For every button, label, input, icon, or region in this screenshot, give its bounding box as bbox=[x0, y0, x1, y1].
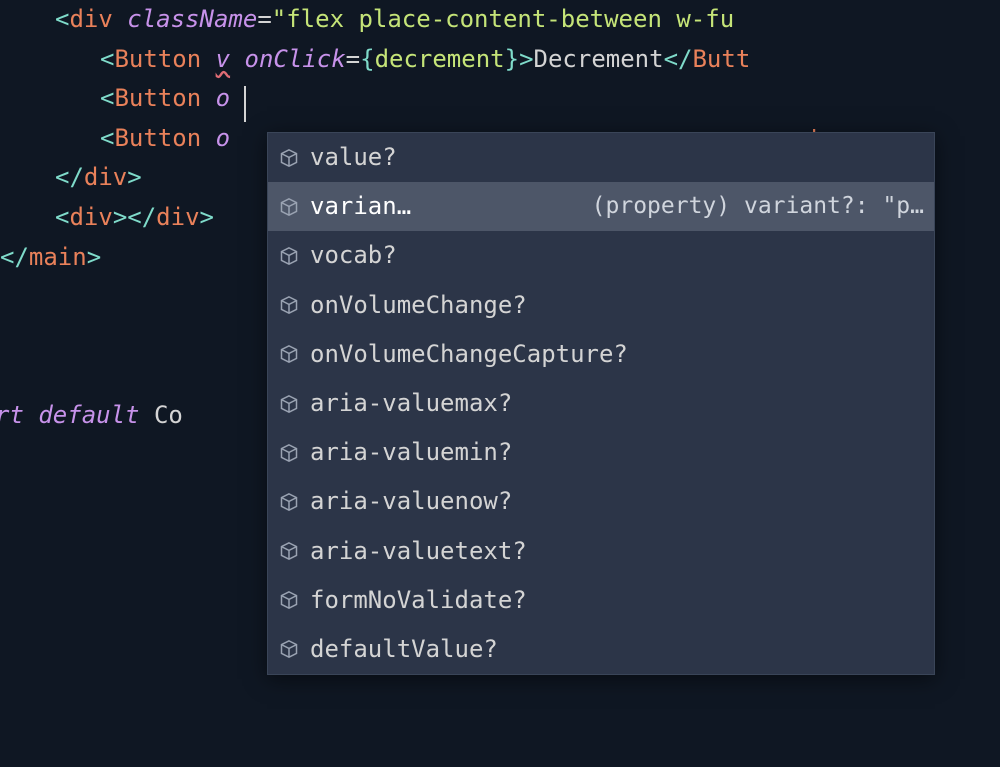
autocomplete-item[interactable]: vocab? bbox=[268, 231, 934, 280]
token-punct-br: < bbox=[100, 45, 114, 73]
token-tag-name: Butt bbox=[692, 45, 750, 73]
field-icon bbox=[278, 294, 300, 316]
field-icon bbox=[278, 393, 300, 415]
token-keyword: rt bbox=[0, 401, 24, 429]
autocomplete-label: defaultValue? bbox=[310, 631, 498, 668]
autocomplete-label: aria-valuemax? bbox=[310, 385, 512, 422]
autocomplete-label: aria-valuemin? bbox=[310, 434, 512, 471]
autocomplete-item[interactable]: value? bbox=[268, 133, 934, 182]
token-tag-name: Button bbox=[114, 84, 201, 112]
field-icon bbox=[278, 638, 300, 660]
token-punct-br: ></ bbox=[113, 203, 156, 231]
autocomplete-label: onVolumeChange? bbox=[310, 287, 527, 324]
token-tag-name: div bbox=[69, 203, 112, 231]
token-eq: = bbox=[346, 45, 360, 73]
autocomplete-label: value? bbox=[310, 139, 397, 176]
field-icon bbox=[278, 245, 300, 267]
token-keyword: default bbox=[24, 401, 140, 429]
token-punct-br: > bbox=[519, 45, 533, 73]
token-punct-br: </ bbox=[664, 45, 693, 73]
autocomplete-item[interactable]: aria-valuenow? bbox=[268, 477, 934, 526]
token-brace: { bbox=[360, 45, 374, 73]
autocomplete-popup[interactable]: value? varian… (property) variant?: "p… v… bbox=[267, 132, 935, 675]
autocomplete-item[interactable]: defaultValue? bbox=[268, 625, 934, 674]
field-icon bbox=[278, 540, 300, 562]
token-tag-name: div bbox=[84, 163, 127, 191]
token-attr-name: v bbox=[216, 45, 230, 73]
autocomplete-label: aria-valuetext? bbox=[310, 533, 527, 570]
token-eq: = bbox=[257, 5, 271, 33]
autocomplete-label: formNoValidate? bbox=[310, 582, 527, 619]
field-icon bbox=[278, 491, 300, 513]
field-icon bbox=[278, 196, 300, 218]
token-punct-br: > bbox=[87, 243, 101, 271]
autocomplete-label: vocab? bbox=[310, 237, 397, 274]
token-attr-name: className bbox=[113, 5, 258, 33]
autocomplete-item[interactable]: varian… (property) variant?: "p… bbox=[268, 182, 934, 231]
token-attr-name: o bbox=[201, 84, 230, 112]
token-tag-name: Button bbox=[114, 124, 201, 152]
token-class-name: Co bbox=[140, 401, 183, 429]
token-punct bbox=[201, 45, 215, 73]
autocomplete-item[interactable]: formNoValidate? bbox=[268, 576, 934, 625]
token-punct-br: < bbox=[55, 5, 69, 33]
token-punct-br: < bbox=[100, 124, 114, 152]
token-tag-name: div bbox=[156, 203, 199, 231]
token-string: "flex place-content-between w-fu bbox=[272, 5, 734, 33]
token-tag-name: Button bbox=[114, 45, 201, 73]
autocomplete-detail: (property) variant?: "p… bbox=[592, 189, 924, 225]
autocomplete-item[interactable]: aria-valuemax? bbox=[268, 379, 934, 428]
autocomplete-item[interactable]: onVolumeChange? bbox=[268, 281, 934, 330]
token-punct-br: < bbox=[55, 203, 69, 231]
token-attr-name: o bbox=[201, 124, 230, 152]
token-method: decrement bbox=[375, 45, 505, 73]
text-cursor bbox=[244, 86, 246, 122]
code-line[interactable]: <Button v onClick={decrement}>Decrement<… bbox=[0, 40, 1000, 80]
token-punct-br: < bbox=[100, 84, 114, 112]
autocomplete-item[interactable]: aria-valuemin? bbox=[268, 428, 934, 477]
field-icon bbox=[278, 147, 300, 169]
autocomplete-label: onVolumeChangeCapture? bbox=[310, 336, 628, 373]
token-punct-br: > bbox=[200, 203, 214, 231]
token-punct-br: </ bbox=[0, 243, 29, 271]
token-tag-name: main bbox=[29, 243, 87, 271]
code-line[interactable]: <Button o bbox=[0, 79, 1000, 119]
autocomplete-item[interactable]: aria-valuetext? bbox=[268, 527, 934, 576]
token-punct-br: > bbox=[127, 163, 141, 191]
autocomplete-label: varian… bbox=[310, 188, 411, 225]
autocomplete-label: aria-valuenow? bbox=[310, 483, 512, 520]
token-tag-name: div bbox=[69, 5, 112, 33]
token-brace: } bbox=[505, 45, 519, 73]
autocomplete-item[interactable]: onVolumeChangeCapture? bbox=[268, 330, 934, 379]
code-line[interactable]: <div className="flex place-content-betwe… bbox=[0, 0, 1000, 40]
token-attr-name: onClick bbox=[230, 45, 346, 73]
token-text-content: Decrement bbox=[534, 45, 664, 73]
token-punct-br: </ bbox=[55, 163, 84, 191]
field-icon bbox=[278, 442, 300, 464]
field-icon bbox=[278, 343, 300, 365]
field-icon bbox=[278, 589, 300, 611]
